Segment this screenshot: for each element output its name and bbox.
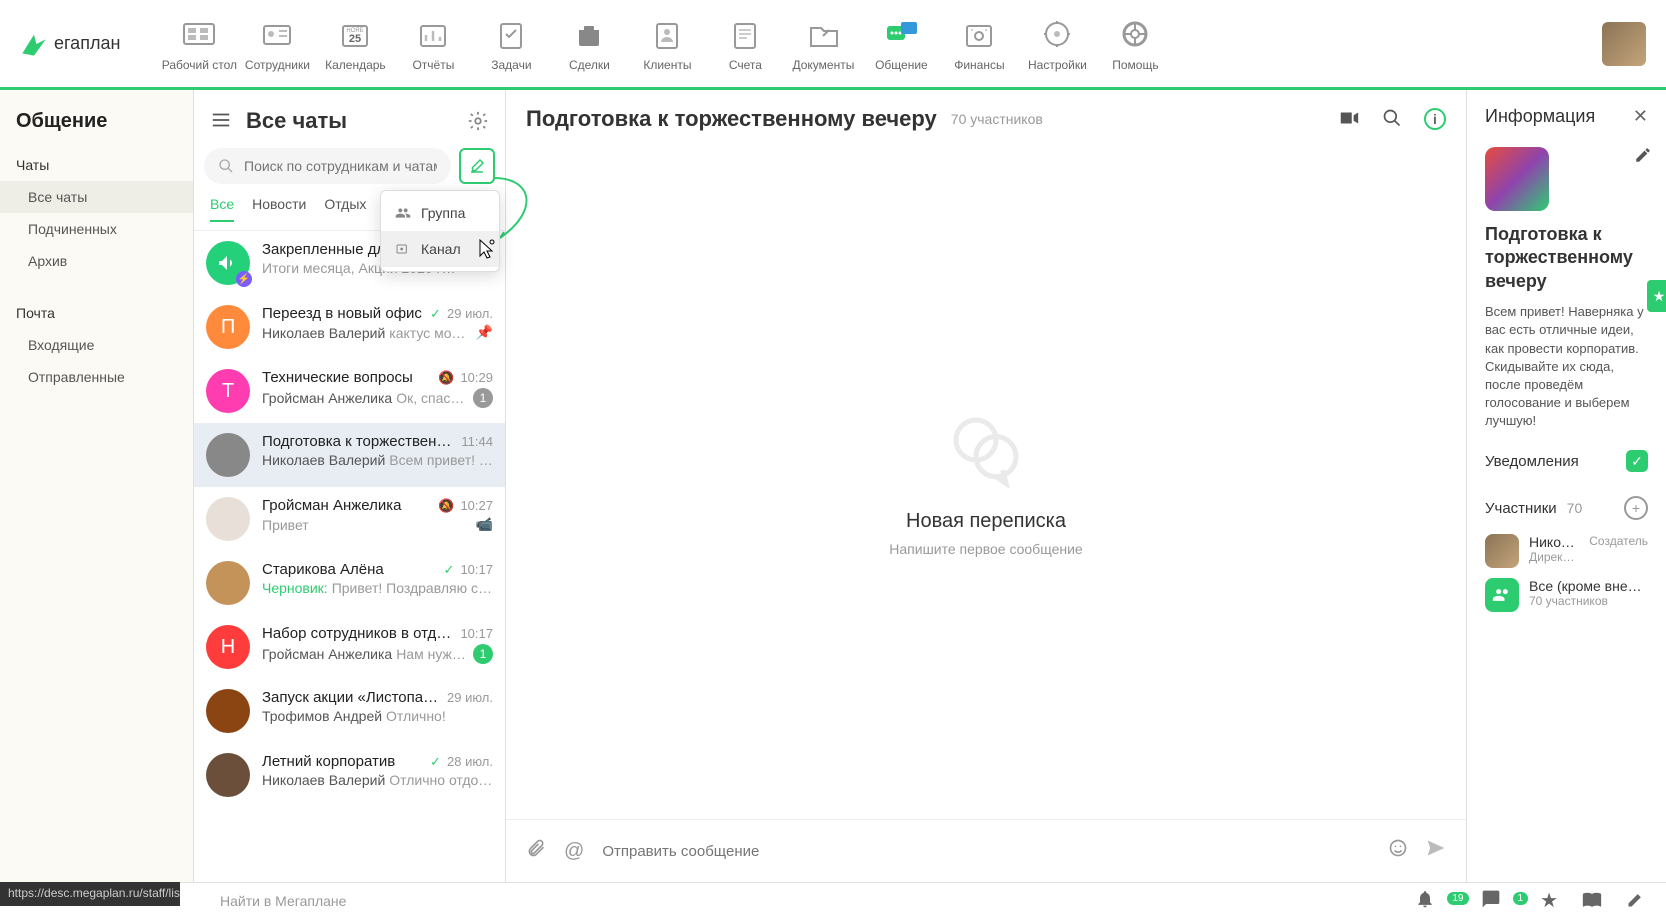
composer: @ — [506, 819, 1466, 882]
sidebar-title: Общение — [0, 110, 193, 149]
chat-list: ⚡ Закрепленные для в… Итоги месяца, Акци… — [194, 231, 505, 882]
member-row[interactable]: Все (кроме вне… 70 участников — [1485, 578, 1648, 612]
top-nav: егаплан Рабочий столСотрудникиНОЯБ25Кале… — [0, 0, 1666, 90]
sidebar-item-inbox[interactable]: Входящие — [0, 329, 193, 361]
sidebar-item-archive[interactable]: Архив — [0, 245, 193, 277]
logo-text: егаплан — [54, 33, 120, 54]
gear-icon[interactable] — [467, 110, 489, 132]
chat-row[interactable]: Подготовка к торжественном…11:44 Николае… — [194, 423, 505, 487]
chat-row[interactable]: П Переезд в новый офис✓29 июл. Николаев … — [194, 295, 505, 359]
nav-items: Рабочий столСотрудникиНОЯБ25КалендарьОтч… — [160, 16, 1602, 72]
sidebar-item-subordinates[interactable]: Подчиненных — [0, 213, 193, 245]
nav-item-6[interactable]: Клиенты — [628, 16, 706, 72]
edit-icon[interactable] — [1634, 146, 1652, 167]
conv-search-icon[interactable] — [1382, 108, 1402, 131]
empty-title: Новая переписка — [906, 510, 1066, 533]
empty-chat-icon — [946, 410, 1026, 490]
nav-item-3[interactable]: Отчёты — [394, 16, 472, 72]
burger-icon[interactable] — [210, 109, 232, 134]
tab-leisure[interactable]: Отдых — [324, 196, 366, 222]
composer-input[interactable] — [602, 843, 1370, 860]
chat-row[interactable]: Летний корпоратив✓28 июл. Николаев Валер… — [194, 743, 505, 807]
close-icon[interactable]: ✕ — [1633, 106, 1648, 127]
nav-item-10[interactable]: Финансы — [940, 16, 1018, 72]
chat-search[interactable] — [204, 148, 451, 184]
group-icon — [395, 205, 411, 221]
member-avatar — [1485, 534, 1519, 568]
status-bar: https://desc.megaplan.ru/staff/list/ — [0, 882, 180, 906]
participants-count: 70 — [1567, 500, 1583, 516]
info-title: Информация — [1485, 106, 1595, 127]
search-input[interactable] — [244, 158, 437, 174]
user-avatar[interactable] — [1602, 22, 1646, 66]
info-chat-title: Подготовка к торжественному вечеру — [1485, 223, 1648, 293]
video-icon[interactable] — [1338, 107, 1360, 132]
member-sub: 70 участников — [1529, 594, 1648, 608]
nav-item-9[interactable]: Общение — [862, 16, 940, 72]
member-name: Все (кроме вне… — [1529, 578, 1648, 594]
nav-item-0[interactable]: Рабочий стол — [160, 16, 238, 72]
member-row[interactable]: Никол… Директ… Создатель — [1485, 534, 1648, 568]
mention-icon[interactable]: @ — [564, 840, 584, 863]
tab-news[interactable]: Новости — [252, 196, 306, 222]
sidebar-item-all-chats[interactable]: Все чаты — [0, 181, 193, 213]
info-description: Всем привет! Наверняка у вас есть отличн… — [1485, 303, 1648, 430]
book-icon[interactable] — [1582, 889, 1602, 912]
attach-icon[interactable] — [526, 838, 546, 864]
chat-row[interactable]: Н Набор сотрудников в отдел пр…10:17 Гро… — [194, 615, 505, 679]
nav-item-1[interactable]: Сотрудники — [238, 16, 316, 72]
star-icon[interactable]: ★ — [1540, 888, 1558, 913]
member-creator-label: Создатель — [1589, 534, 1648, 568]
chat-row[interactable]: Гройсман Анжелика🔕10:27 Привет📹 — [194, 487, 505, 551]
emoji-icon[interactable] — [1388, 838, 1408, 864]
chat-icon[interactable]: 1 — [1481, 889, 1517, 912]
footer-search-input[interactable]: Найти в Мегаплане — [220, 893, 346, 909]
dropdown-group[interactable]: Группа — [381, 195, 499, 231]
chat-list-title: Все чаты — [246, 108, 453, 134]
notifications-label: Уведомления — [1485, 453, 1579, 470]
chat-badge: 1 — [1513, 892, 1529, 905]
search-icon — [218, 158, 234, 174]
nav-item-2[interactable]: НОЯБ25Календарь — [316, 16, 394, 72]
add-participant-button[interactable]: + — [1624, 496, 1648, 520]
channel-icon — [395, 241, 411, 257]
chat-row[interactable]: Старикова Алёна✓10:17 Черновик: Привет! … — [194, 551, 505, 615]
nav-item-5[interactable]: Сделки — [550, 16, 628, 72]
pencil-icon[interactable] — [1626, 889, 1646, 912]
conv-title: Подготовка к торжественному вечеру — [526, 106, 937, 132]
footer-bar: Найти в Мегаплане 19 1 ★ — [0, 882, 1666, 918]
chat-row[interactable]: Запуск акции «Листопад 20…29 июл. Трофим… — [194, 679, 505, 743]
chat-avatar — [1485, 147, 1549, 211]
nav-item-8[interactable]: Документы — [784, 16, 862, 72]
nav-item-4[interactable]: Задачи — [472, 16, 550, 72]
sidebar-section-chats: Чаты — [0, 149, 193, 181]
sidebar-item-sent[interactable]: Отправленные — [0, 361, 193, 393]
nav-item-7[interactable]: Счета — [706, 16, 784, 72]
group-icon — [1485, 578, 1519, 612]
member-name: Никол… — [1529, 534, 1579, 550]
empty-subtitle: Напишите первое сообщение — [889, 541, 1082, 557]
new-chat-dropdown: Группа Канал — [380, 190, 500, 272]
notifications-toggle[interactable]: ✓ — [1626, 450, 1648, 472]
member-role-text: Директ… — [1529, 550, 1579, 564]
logo[interactable]: егаплан — [20, 30, 120, 58]
nav-item-11[interactable]: Настройки — [1018, 16, 1096, 72]
conversation: Подготовка к торжественному вечеру 70 уч… — [506, 90, 1466, 882]
new-chat-button[interactable] — [459, 148, 495, 184]
dropdown-channel[interactable]: Канал — [381, 231, 499, 267]
chat-row[interactable]: Т Технические вопросы🔕10:29 Гройсман Анж… — [194, 359, 505, 423]
bell-icon[interactable]: 19 — [1415, 889, 1456, 912]
bell-badge: 19 — [1447, 892, 1468, 905]
participants-label: Участники — [1485, 500, 1557, 517]
info-icon[interactable]: i — [1424, 108, 1446, 130]
conv-subtitle: 70 участников — [951, 111, 1043, 127]
svg-text:25: 25 — [349, 33, 361, 45]
nav-item-12[interactable]: Помощь — [1096, 16, 1174, 72]
sidebar-section-mail: Почта — [0, 297, 193, 329]
sidebar: Общение Чаты Все чаты Подчиненных Архив … — [0, 90, 194, 882]
tab-all[interactable]: Все — [210, 196, 234, 222]
star-tab[interactable]: ★ — [1647, 280, 1666, 312]
send-icon[interactable] — [1426, 838, 1446, 864]
info-panel: Информация ✕ Подготовка к торжественному… — [1466, 90, 1666, 882]
